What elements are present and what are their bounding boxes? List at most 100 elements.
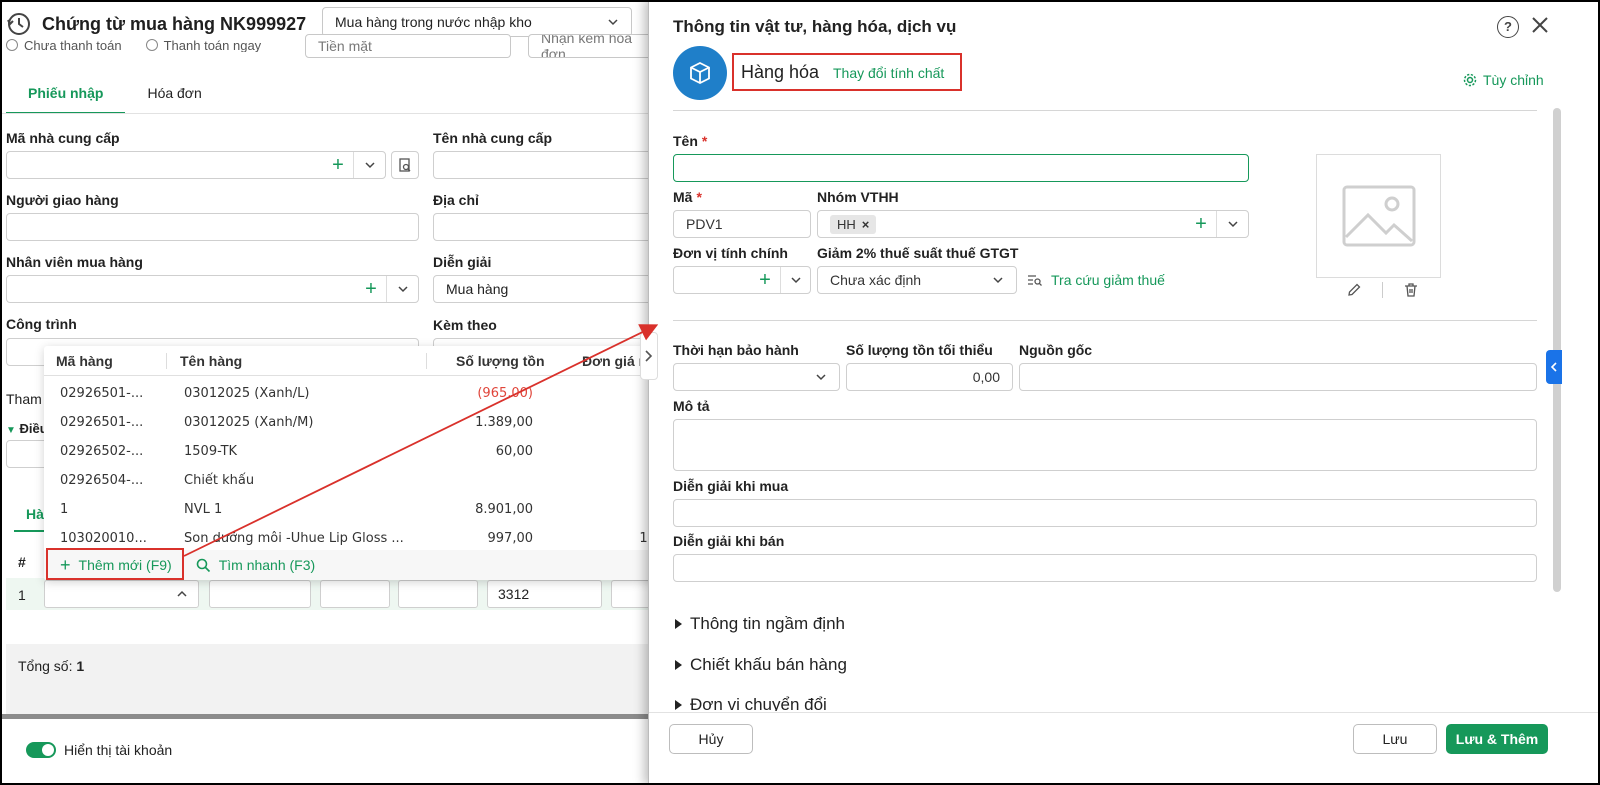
list-search-icon bbox=[1028, 275, 1042, 286]
min-stock-input[interactable]: 0,00 bbox=[846, 363, 1013, 391]
purchase-desc-label: Diễn giải khi mua bbox=[673, 478, 789, 494]
supplier-code-input[interactable]: + bbox=[6, 151, 386, 179]
radio-paid-now[interactable]: Thanh toán ngay bbox=[145, 38, 261, 52]
show-account-label: Hiển thị tài khoản bbox=[64, 742, 173, 758]
voucher-type-value: Mua hàng trong nước nhập kho bbox=[335, 14, 532, 30]
supplier-lookup-button[interactable] bbox=[391, 151, 419, 179]
voucher-header: Chứng từ mua hàng NK999927 bbox=[6, 6, 306, 42]
box-icon bbox=[690, 61, 710, 85]
unit-input[interactable]: + bbox=[673, 266, 811, 294]
tab-receipt[interactable]: Phiếu nhập bbox=[6, 76, 126, 114]
plus-icon[interactable]: + bbox=[1186, 213, 1216, 236]
receive-option-select[interactable]: Nhận kèm hóa đơn bbox=[528, 34, 660, 58]
deliverer-input[interactable] bbox=[6, 213, 419, 241]
pay-method-value: Tiền mặt bbox=[318, 38, 372, 54]
list-item[interactable]: 1 NVL 1 8.901,00 bbox=[44, 496, 664, 525]
save-button[interactable]: Lưu bbox=[1353, 724, 1437, 754]
plus-icon[interactable]: + bbox=[323, 154, 353, 177]
divider bbox=[673, 110, 1537, 111]
pay-method-select[interactable]: Tiền mặt bbox=[305, 34, 511, 58]
tax-lookup-link[interactable]: Tra cứu giảm thuế bbox=[1027, 272, 1165, 288]
section-defaults[interactable]: Thông tin ngầm định bbox=[675, 614, 845, 634]
group-input[interactable]: HH × + bbox=[817, 210, 1249, 238]
voucher-type-select[interactable]: Mua hàng trong nước nhập kho bbox=[322, 7, 632, 37]
radio-unpaid[interactable]: Chưa thanh toán bbox=[6, 38, 122, 52]
list-item[interactable]: 02926501-... 03012025 (Xanh/L) (965,00) bbox=[44, 380, 664, 409]
min-stock-value: 0,00 bbox=[972, 369, 1000, 385]
total-value: 1 bbox=[76, 658, 85, 674]
origin-input[interactable] bbox=[1019, 363, 1537, 391]
quick-search-button[interactable]: Tìm nhanh (F3) bbox=[196, 557, 315, 573]
desc-input[interactable]: Mua hàng bbox=[433, 275, 660, 303]
code-input[interactable]: PDV1 bbox=[673, 210, 811, 238]
panel-footer: Hủy Lưu Lưu & Thêm bbox=[649, 712, 1600, 785]
col-stock-header: Số lượng tồn bbox=[456, 352, 545, 369]
cancel-button[interactable]: Hủy bbox=[669, 724, 753, 754]
supplier-name-input[interactable] bbox=[433, 151, 660, 179]
divider bbox=[673, 320, 1537, 321]
item-type-avatar bbox=[673, 46, 727, 100]
close-icon[interactable] bbox=[1529, 14, 1551, 36]
plus-icon[interactable]: + bbox=[750, 269, 780, 292]
description-input[interactable] bbox=[673, 419, 1537, 471]
chevron-down-icon bbox=[608, 19, 618, 26]
chevron-up-icon[interactable] bbox=[176, 588, 188, 600]
show-account-toggle[interactable] bbox=[26, 742, 56, 758]
terms-toggle[interactable]: ▼ Điều bbox=[6, 421, 48, 436]
list-item[interactable]: 02926502-... 1509-TK 60,00 bbox=[44, 438, 664, 467]
total-row: Tổng số: 1 bbox=[18, 658, 84, 674]
lookup-icon bbox=[399, 158, 411, 172]
account-cell[interactable]: 3312 bbox=[487, 580, 602, 608]
pencil-icon[interactable] bbox=[1346, 282, 1362, 298]
sale-desc-input[interactable] bbox=[673, 554, 1537, 582]
gear-icon bbox=[1463, 73, 1477, 87]
grid-row-index: 1 bbox=[18, 587, 26, 603]
unit-cell[interactable] bbox=[398, 580, 478, 608]
remove-chip-icon[interactable]: × bbox=[862, 217, 870, 232]
horizontal-scrollbar[interactable] bbox=[0, 714, 660, 719]
caret-down-icon: ▼ bbox=[6, 425, 16, 436]
supplier-name-label: Tên nhà cung cấp bbox=[433, 130, 553, 146]
quick-search-label: Tìm nhanh (F3) bbox=[218, 557, 316, 573]
item-code-cell[interactable] bbox=[44, 580, 199, 608]
purchase-desc-input[interactable] bbox=[673, 499, 1537, 527]
plus-icon[interactable]: + bbox=[356, 278, 386, 301]
help-icon[interactable]: ? bbox=[1497, 16, 1519, 38]
highlight-add-new bbox=[46, 548, 184, 580]
panel-collapse-handle[interactable] bbox=[640, 332, 658, 380]
chevron-down-icon[interactable] bbox=[353, 152, 385, 178]
code-value: PDV1 bbox=[686, 216, 723, 232]
section-conversion[interactable]: Đơn vị chuyển đổi bbox=[675, 695, 827, 711]
trash-icon[interactable] bbox=[1403, 282, 1419, 298]
side-expand-tab[interactable] bbox=[1546, 350, 1562, 384]
total-label: Tổng số: bbox=[18, 658, 73, 674]
section-discount[interactable]: Chiết khấu bán hàng bbox=[675, 655, 847, 675]
address-label: Địa chỉ bbox=[433, 192, 479, 208]
list-item[interactable]: 02926501-... 03012025 (Xanh/M) 1.389,00 … bbox=[44, 409, 664, 438]
deliverer-label: Người giao hàng bbox=[6, 192, 119, 208]
warehouse-cell[interactable] bbox=[320, 580, 390, 608]
item-name-cell[interactable] bbox=[209, 580, 311, 608]
save-and-add-button[interactable]: Lưu & Thêm bbox=[1446, 724, 1548, 754]
chevron-down-icon[interactable] bbox=[386, 276, 418, 302]
section-defaults-label: Thông tin ngầm định bbox=[690, 614, 845, 633]
chevron-down-icon[interactable] bbox=[1216, 211, 1248, 237]
description-label: Mô tả bbox=[673, 398, 710, 414]
customize-button[interactable]: Tùy chỉnh bbox=[1463, 72, 1544, 88]
history-icon[interactable] bbox=[6, 11, 32, 37]
grid-tab[interactable]: Hà bbox=[26, 506, 44, 522]
address-input[interactable] bbox=[433, 213, 660, 241]
chevron-down-icon[interactable] bbox=[780, 267, 810, 293]
buyer-input[interactable]: + bbox=[6, 275, 419, 303]
group-chip: HH × bbox=[830, 214, 877, 234]
vat-label: Giảm 2% thuế suất thuế GTGT bbox=[817, 245, 1019, 261]
list-item[interactable]: 02926504-... Chiết khấu bbox=[44, 467, 664, 496]
item-image[interactable] bbox=[1316, 154, 1441, 278]
warranty-select[interactable] bbox=[673, 363, 840, 391]
vat-select[interactable]: Chưa xác định bbox=[817, 266, 1017, 294]
tool-separator bbox=[1382, 282, 1383, 298]
tab-invoice[interactable]: Hóa đơn bbox=[125, 76, 223, 114]
name-input[interactable] bbox=[673, 154, 1249, 182]
item-dropdown: Mã hàng Tên hàng Số lượng tồn Đơn giá m … bbox=[44, 346, 664, 580]
supplier-code-label: Mã nhà cung cấp bbox=[6, 130, 120, 146]
